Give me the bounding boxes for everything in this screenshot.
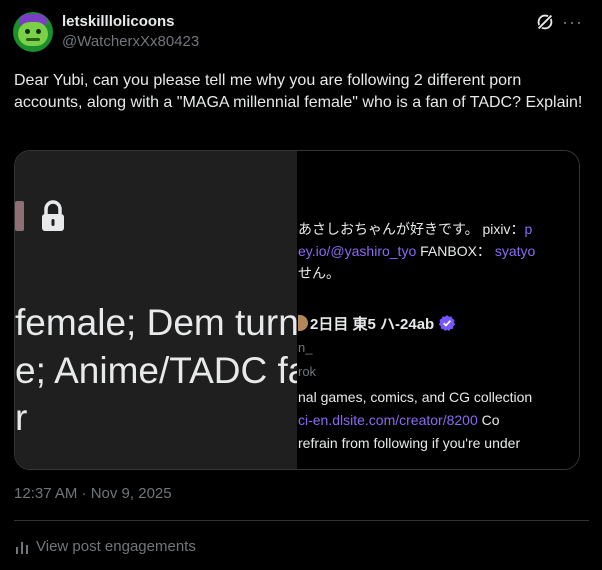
engagements-label: View post engagements [36,538,196,555]
post-media[interactable]: female; Dem turn e; Anime/TADC fa r あさしお… [14,150,580,470]
media-left-line: r [15,397,28,438]
post: letskilllolicoons @WatcherxXx80423 ··· D… [0,0,602,570]
media-right-line: nal games, comics, and CG collection [298,389,533,405]
media-left-line: e; Anime/TADC fa [15,350,297,391]
media-image-right[interactable]: あさしおちゃんが好きです。 pixiv：p ey.io/@yashiro_tyo… [298,151,579,469]
media-right-line: ci-en.dlsite.com/creator/8200 Co [298,412,500,428]
media-right-line: ey.io/@yashiro_tyo FANBOX： syatyo [298,243,536,259]
post-timestamp[interactable]: 12:37 AM · Nov 9, 2025 [14,485,172,502]
avatar-fragment [298,315,308,331]
verified-icon [439,315,456,331]
divider [14,520,589,521]
media-color-swatch [15,201,24,231]
media-image-left[interactable]: female; Dem turn e; Anime/TADC fa r [15,151,297,469]
media-left-line: female; Dem turn [15,302,297,343]
bar-chart-icon [16,541,28,554]
media-right-line: せん。 [298,265,340,281]
view-engagements-link[interactable]: View post engagements [14,538,196,555]
author-handle[interactable]: @WatcherxXx80423 [62,33,199,50]
media-right-line: refrain from following if you're under [298,435,521,451]
media-right-meta: rok [298,364,317,379]
media-right-meta: n_ [298,340,313,355]
more-icon[interactable]: ··· [562,11,582,33]
avatar[interactable] [13,12,53,52]
media-right-line: あさしおちゃんが好きです。 pixiv：p [298,221,533,237]
grok-icon[interactable] [534,11,556,33]
author-display-name[interactable]: letskilllolicoons [62,13,175,30]
lock-icon [42,200,64,231]
media-right-name: 2日目 東5 ハ-24ab [298,313,456,334]
post-text: Dear Yubi, can you please tell me why yo… [14,72,583,111]
